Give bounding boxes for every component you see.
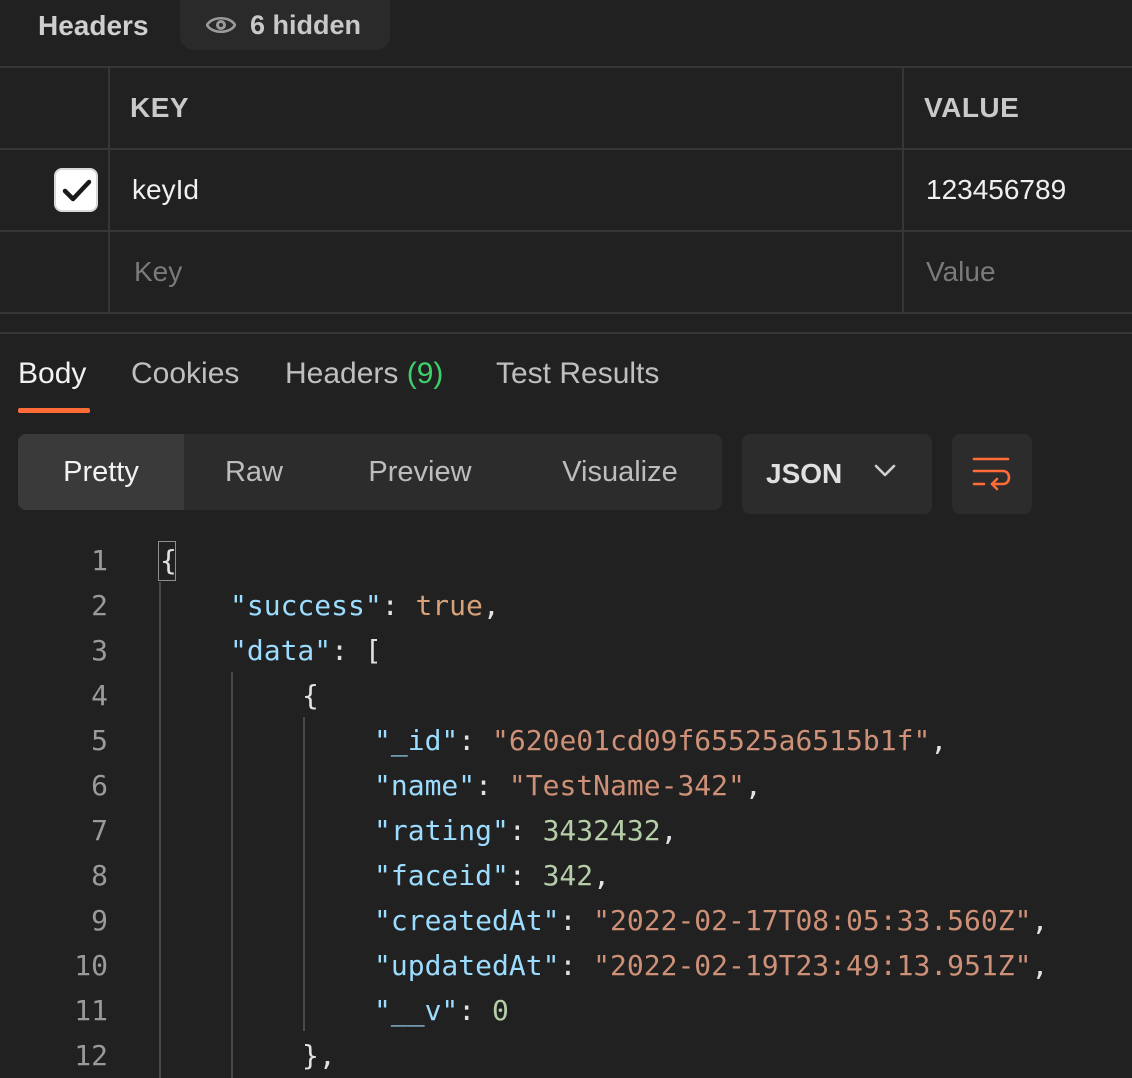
view-visualize[interactable]: Visualize	[528, 434, 712, 510]
check-icon	[62, 179, 92, 202]
line-number: 10	[74, 949, 108, 982]
json-key: "data"	[230, 634, 332, 667]
chevron-down-icon	[874, 464, 896, 477]
indent-guide	[231, 672, 233, 1078]
view-preview[interactable]: Preview	[336, 434, 504, 510]
json-number: 3432432	[542, 814, 661, 847]
hidden-count-label: 6 hidden	[250, 10, 362, 40]
code-line-field: "__v": 0	[374, 994, 509, 1027]
line-number: 7	[91, 814, 108, 847]
code-line-field: "updatedAt": "2022-02-19T23:49:13.951Z",	[374, 949, 1049, 982]
section-divider	[0, 332, 1132, 334]
tab-headers-label: Headers	[285, 357, 399, 390]
line-number: 3	[91, 634, 108, 667]
value-column-header: VALUE	[924, 92, 1020, 123]
header-enabled-checkbox[interactable]	[54, 168, 98, 212]
indent-guide	[159, 582, 161, 1078]
indent-guide	[303, 717, 305, 1031]
format-select-value: JSON	[766, 458, 843, 489]
wrap-lines-button[interactable]	[952, 434, 1032, 514]
headers-table: KEY VALUE keyId 123456789 Key Value	[0, 66, 1132, 314]
tab-test-results[interactable]: Test Results	[496, 354, 659, 394]
hidden-headers-toggle[interactable]: 6 hidden	[180, 0, 390, 50]
tab-headers-count: (9)	[406, 357, 444, 390]
line-number: 2	[91, 589, 108, 622]
response-tabs: Body Cookies Headers (9) Test Results	[0, 340, 1132, 416]
line-number: 5	[91, 724, 108, 757]
line-number: 11	[74, 994, 108, 1027]
json-key: "_id"	[374, 724, 459, 757]
json-string: "TestName-342"	[508, 769, 745, 802]
header-key-field[interactable]: keyId	[132, 150, 199, 230]
json-string: "2022-02-17T08:05:33.560Z"	[593, 904, 1032, 937]
code-item-close: },	[302, 1039, 336, 1072]
json-key: "__v"	[374, 994, 459, 1027]
code-line-data: "data": [	[230, 634, 382, 667]
headers-title: Headers	[38, 10, 149, 41]
json-string: "2022-02-19T23:49:13.951Z"	[593, 949, 1032, 982]
json-key: "name"	[374, 769, 476, 802]
view-pretty[interactable]: Pretty	[18, 434, 184, 510]
line-number: 6	[91, 769, 108, 802]
code-line-field: "rating": 3432432,	[374, 814, 678, 847]
line-number: 9	[91, 904, 108, 937]
wrap-lines-icon	[972, 457, 1011, 491]
table-row: keyId 123456789	[0, 150, 1132, 232]
header-value-field[interactable]: 123456789	[926, 150, 1066, 230]
headers-bar: Headers 6 hidden	[0, 0, 1132, 66]
json-boolean: true	[415, 589, 483, 622]
json-key: "success"	[230, 589, 382, 622]
active-tab-indicator	[18, 408, 90, 413]
new-key-input[interactable]: Key	[134, 232, 182, 312]
json-key: "createdAt"	[374, 904, 560, 937]
tab-cookies[interactable]: Cookies	[131, 354, 239, 394]
eye-icon	[205, 14, 237, 36]
view-mode-switcher: Pretty Raw Preview Visualize	[18, 434, 722, 510]
code-item-open: {	[302, 679, 319, 712]
code-line-field: "name": "TestName-342",	[374, 769, 762, 802]
line-number: 8	[91, 859, 108, 892]
line-number: 4	[91, 679, 108, 712]
json-string: "620e01cd09f65525a6515b1f"	[492, 724, 931, 757]
json-number: 0	[492, 994, 509, 1027]
code-line-field: "_id": "620e01cd09f65525a6515b1f",	[374, 724, 948, 757]
json-bracket: [	[364, 634, 382, 667]
json-number: 342	[542, 859, 594, 892]
tab-body[interactable]: Body	[18, 354, 86, 394]
json-key: "rating"	[374, 814, 509, 847]
code-open-brace: {	[160, 544, 177, 577]
key-column-header: KEY	[130, 92, 190, 123]
format-select[interactable]: JSON	[742, 434, 932, 514]
tab-headers[interactable]: Headers (9)	[285, 354, 443, 394]
new-value-input[interactable]: Value	[926, 232, 996, 312]
code-line-field: "faceid": 342,	[374, 859, 611, 892]
line-number: 1	[91, 544, 108, 577]
response-body-code[interactable]: 1 2 3 4 5 6 7 8 9 10 11 12 { "success": …	[0, 538, 1132, 1078]
table-row-empty: Key Value	[0, 232, 1132, 314]
table-header-row: KEY VALUE	[0, 68, 1132, 150]
code-line-success: "success": true,	[230, 589, 500, 622]
code-line-field: "createdAt": "2022-02-17T08:05:33.560Z",	[374, 904, 1049, 937]
view-raw[interactable]: Raw	[184, 434, 324, 510]
json-key: "updatedAt"	[374, 949, 560, 982]
line-number: 12	[74, 1039, 108, 1072]
json-key: "faceid"	[374, 859, 509, 892]
